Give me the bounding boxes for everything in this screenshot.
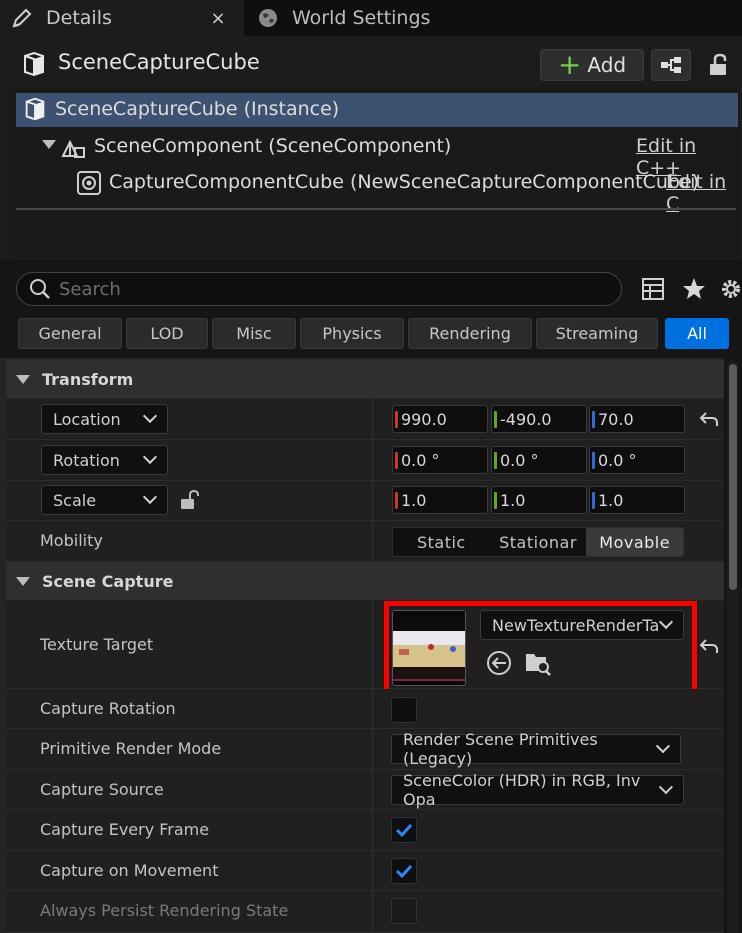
capture-component-icon <box>76 170 102 196</box>
primitive-render-mode-value: Render Scene Primitives (Legacy) <box>403 730 598 768</box>
reset-to-default-icon[interactable] <box>698 408 720 430</box>
search-box[interactable] <box>16 272 622 306</box>
scrollbar-thumb[interactable] <box>729 364 737 590</box>
search-input[interactable] <box>59 278 599 300</box>
scale-label: Scale <box>53 490 97 510</box>
gear-icon[interactable] <box>718 276 742 302</box>
divider <box>16 208 736 210</box>
mobility-label: Mobility <box>40 531 103 550</box>
chevron-down-icon <box>142 449 158 465</box>
location-dropdown[interactable]: Location <box>41 404 168 434</box>
rotation-label: Rotation <box>53 450 120 470</box>
mobility-selector[interactable]: Static Stationar Movable <box>392 527 684 557</box>
filter-misc[interactable]: Misc <box>212 318 296 349</box>
scene-capture-cube-icon <box>22 96 48 122</box>
location-z-field[interactable]: 70.0 <box>589 405 685 433</box>
reset-to-default-icon[interactable] <box>698 635 720 657</box>
plus-icon: + <box>557 48 582 81</box>
rotation-dropdown[interactable]: Rotation <box>41 445 168 475</box>
add-component-button[interactable]: + Add <box>540 49 644 81</box>
filter-general[interactable]: General <box>18 318 122 349</box>
chevron-down-icon <box>142 489 158 505</box>
tree-item-label[interactable]: CaptureComponentCube (NewSceneCaptureCom… <box>109 171 699 193</box>
tab-details-label: Details <box>46 7 112 29</box>
capture-on-movement-label: Capture on Movement <box>40 861 219 880</box>
unlock-icon[interactable] <box>179 489 201 511</box>
always-persist-checkbox[interactable] <box>391 898 417 924</box>
filter-rendering[interactable]: Rendering <box>408 318 532 349</box>
capture-every-frame-label: Capture Every Frame <box>40 820 210 839</box>
capture-every-frame-checkbox[interactable] <box>391 817 417 843</box>
location-x-field[interactable]: 990.0 <box>392 405 488 433</box>
rotation-y-field[interactable]: 0.0 ° <box>491 446 587 474</box>
mobility-movable[interactable]: Movable <box>586 528 684 556</box>
collapse-arrow-icon[interactable] <box>42 140 56 149</box>
globe-icon <box>256 6 280 30</box>
close-tab-button[interactable]: × <box>207 6 229 30</box>
filter-lod[interactable]: LOD <box>126 318 208 349</box>
location-label: Location <box>53 409 121 429</box>
blueprint-button[interactable] <box>651 49 691 81</box>
checkmark-icon <box>395 864 413 879</box>
capture-on-movement-checkbox[interactable] <box>391 858 417 884</box>
rotation-x-field[interactable]: 0.0 ° <box>392 446 488 474</box>
texture-target-highlight <box>384 601 697 698</box>
tab-world-settings[interactable]: World Settings <box>248 0 448 36</box>
category-transform[interactable]: Transform <box>6 360 724 398</box>
tab-world-settings-label: World Settings <box>292 7 431 29</box>
checkmark-icon <box>395 823 413 838</box>
capture-source-value: SceneColor (HDR) in RGB, Inv Opa <box>403 771 641 809</box>
scale-x-field[interactable]: 1.0 <box>392 486 488 514</box>
table-view-icon[interactable] <box>641 277 665 301</box>
add-label: Add <box>587 53 627 77</box>
blueprint-icon <box>661 57 681 73</box>
tree-item-label[interactable]: SceneComponent (SceneComponent) <box>94 135 451 157</box>
location-y-field[interactable]: -490.0 <box>491 405 587 433</box>
rotation-z-field[interactable]: 0.0 ° <box>589 446 685 474</box>
capture-source-dropdown[interactable]: SceneColor (HDR) in RGB, Inv Opa <box>391 771 684 809</box>
collapse-arrow-icon <box>16 576 30 586</box>
search-icon <box>30 279 50 299</box>
mobility-static[interactable]: Static <box>393 528 490 556</box>
scale-z-field[interactable]: 1.0 <box>589 486 685 514</box>
category-scene-capture[interactable]: Scene Capture <box>6 562 724 600</box>
texture-target-label: Texture Target <box>40 635 154 654</box>
category-title: Transform <box>42 369 134 389</box>
tree-item-label: SceneCaptureCube (Instance) <box>55 98 340 120</box>
star-icon[interactable] <box>681 276 707 302</box>
capture-rotation-checkbox[interactable] <box>391 697 417 723</box>
filter-physics[interactable]: Physics <box>300 318 404 349</box>
primitive-render-mode-dropdown[interactable]: Render Scene Primitives (Legacy) <box>391 730 681 768</box>
column-divider <box>372 398 373 933</box>
scale-y-field[interactable]: 1.0 <box>491 486 587 514</box>
scale-dropdown[interactable]: Scale <box>41 485 168 515</box>
scene-capture-cube-icon <box>20 50 48 78</box>
chevron-down-icon <box>142 408 158 424</box>
lock-icon[interactable] <box>706 52 732 78</box>
scene-component-icon <box>60 134 86 160</box>
capture-source-label: Capture Source <box>40 780 164 799</box>
pencil-icon <box>10 6 34 30</box>
category-title: Scene Capture <box>42 571 174 591</box>
actor-name[interactable]: SceneCaptureCube <box>58 50 260 74</box>
always-persist-label: Always Persist Rendering State <box>40 901 289 920</box>
filter-streaming[interactable]: Streaming <box>536 318 658 349</box>
filter-all[interactable]: All <box>665 318 729 349</box>
collapse-arrow-icon <box>16 374 30 384</box>
mobility-stationary[interactable]: Stationar <box>490 528 587 556</box>
primitive-render-mode-label: Primitive Render Mode <box>40 739 222 758</box>
capture-rotation-label: Capture Rotation <box>40 699 176 718</box>
